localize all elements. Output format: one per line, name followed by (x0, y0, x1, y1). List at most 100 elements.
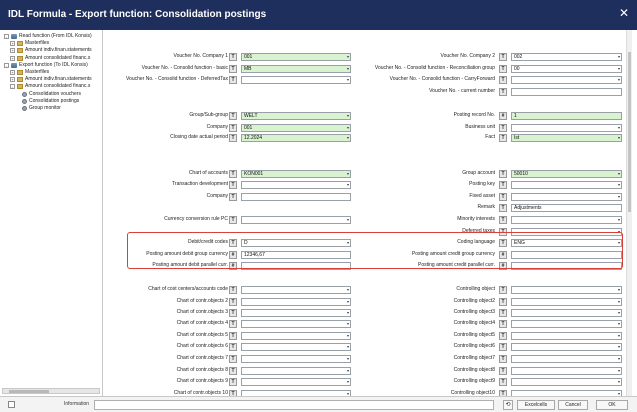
text-type-button[interactable]: T (499, 331, 507, 340)
text-type-button[interactable]: T (229, 64, 237, 73)
text-type-button[interactable]: T (229, 52, 237, 61)
chevron-down-icon[interactable]: ▾ (347, 333, 349, 339)
expand-icon[interactable]: + (10, 77, 15, 83)
vertical-scrollbar[interactable] (626, 30, 632, 396)
dropdown-field[interactable]: 12.2024 ▾ (241, 133, 351, 142)
chevron-down-icon[interactable]: ▾ (347, 66, 349, 72)
panel-toggle-checkbox[interactable] (8, 401, 15, 408)
text-type-button[interactable]: T (229, 169, 237, 178)
tree-item[interactable]: - Read function (From IDL Konsis) (4, 33, 92, 40)
text-type-button[interactable]: T (229, 354, 237, 363)
chevron-down-icon[interactable]: ▾ (347, 299, 349, 305)
dropdown-field[interactable]: ▾ (241, 180, 351, 189)
dropdown-field[interactable]: ▾ (511, 123, 622, 132)
collapse-icon[interactable]: - (4, 34, 9, 39)
excelcells-button[interactable]: Excelcells (517, 400, 555, 410)
chevron-down-icon[interactable]: ▾ (618, 77, 620, 83)
chevron-down-icon[interactable]: ▾ (618, 333, 620, 339)
chevron-down-icon[interactable]: ▾ (347, 287, 349, 293)
text-type-button[interactable]: T (499, 366, 507, 375)
tree-item[interactable]: Consolidation postings (22, 98, 79, 105)
tree-item[interactable]: - Amount consolidated financ.s (10, 83, 90, 90)
chevron-down-icon[interactable]: ▾ (618, 310, 620, 316)
tree-item[interactable]: Group monitor (22, 105, 61, 112)
navigation-tree[interactable]: Group monitor Consolidation postings Conso… (0, 30, 103, 396)
dropdown-field[interactable]: ▾ (241, 215, 351, 224)
text-type-button[interactable]: T (229, 319, 237, 328)
chevron-down-icon[interactable]: ▾ (347, 182, 349, 188)
chevron-down-icon[interactable]: ▾ (347, 77, 349, 83)
text-type-button[interactable]: T (499, 133, 507, 142)
dropdown-field[interactable]: ▾ (511, 285, 622, 294)
dropdown-field[interactable]: ▾ (241, 308, 351, 317)
chevron-down-icon[interactable]: ▾ (618, 217, 620, 223)
dropdown-field[interactable]: ▾ (241, 297, 351, 306)
dropdown-field[interactable]: ▾ (511, 331, 622, 340)
text-type-button[interactable]: T (229, 111, 237, 120)
text-type-button[interactable]: T (229, 123, 237, 132)
tree-item[interactable]: + Masterfiles (10, 69, 49, 76)
text-type-button[interactable]: T (229, 133, 237, 142)
chevron-down-icon[interactable]: ▾ (618, 135, 620, 141)
chevron-down-icon[interactable]: ▾ (618, 182, 620, 188)
text-type-button[interactable]: T (229, 308, 237, 317)
dropdown-field[interactable]: ▾ (241, 377, 351, 386)
dropdown-field[interactable]: ▾ (241, 319, 351, 328)
chevron-down-icon[interactable]: ▾ (347, 356, 349, 362)
chevron-down-icon[interactable]: ▾ (347, 368, 349, 374)
tree-item[interactable]: + Amount indiv.finan.statements (10, 76, 92, 83)
dropdown-field[interactable]: ▾ (511, 377, 622, 386)
dropdown-field[interactable]: WELT ▾ (241, 111, 351, 120)
ok-button[interactable]: OK (596, 400, 628, 410)
chevron-down-icon[interactable]: ▾ (347, 125, 349, 131)
text-type-button[interactable]: T (499, 308, 507, 317)
dropdown-field[interactable]: ▾ (241, 366, 351, 375)
dropdown-field[interactable]: ▾ (511, 319, 622, 328)
dropdown-field[interactable]: 002 ▾ (511, 52, 622, 61)
text-type-button[interactable]: T (499, 297, 507, 306)
text-type-button[interactable]: T (499, 87, 507, 96)
dropdown-field[interactable]: ▾ (511, 366, 622, 375)
text-type-button[interactable]: T (499, 377, 507, 386)
dropdown-field[interactable]: ▾ (241, 75, 351, 84)
dropdown-field[interactable]: MB ▾ (241, 64, 351, 73)
chevron-down-icon[interactable]: ▾ (618, 171, 620, 177)
chevron-down-icon[interactable]: ▾ (618, 66, 620, 72)
dropdown-field[interactable]: ▾ (241, 354, 351, 363)
text-type-button[interactable]: T (499, 192, 507, 201)
text-type-button[interactable]: T (499, 52, 507, 61)
chevron-down-icon[interactable]: ▾ (618, 54, 620, 60)
sync-icon[interactable]: ⟲ (503, 400, 513, 410)
expand-icon[interactable]: + (10, 70, 15, 75)
close-icon[interactable]: ✕ (619, 6, 629, 20)
chevron-down-icon[interactable]: ▾ (347, 217, 349, 223)
dropdown-field[interactable]: ▾ (511, 354, 622, 363)
dropdown-field[interactable]: Ist ▾ (511, 133, 622, 142)
text-type-button[interactable]: T (499, 342, 507, 351)
text-type-button[interactable]: T (499, 180, 507, 189)
dropdown-field[interactable]: 50010 ▾ (511, 169, 622, 178)
text-type-button[interactable]: T (499, 285, 507, 294)
dropdown-field[interactable]: ▾ (241, 285, 351, 294)
chevron-down-icon[interactable]: ▾ (347, 113, 349, 119)
chevron-down-icon[interactable]: ▾ (347, 54, 349, 60)
input-field[interactable] (241, 192, 351, 201)
text-type-button[interactable]: T (229, 331, 237, 340)
text-type-button[interactable]: T (499, 215, 507, 224)
chevron-down-icon[interactable]: ▾ (618, 368, 620, 374)
text-type-button[interactable]: T (229, 285, 237, 294)
expand-icon[interactable]: + (10, 41, 15, 47)
tree-item[interactable]: - Export function (To IDL Konsis) (4, 62, 88, 69)
text-type-button[interactable]: T (229, 342, 237, 351)
text-type-button[interactable]: T (499, 64, 507, 73)
dropdown-field[interactable]: 001 ▾ (241, 123, 351, 132)
chevron-down-icon[interactable]: ▾ (618, 356, 620, 362)
tree-item[interactable]: + Masterfiles (10, 40, 49, 47)
chevron-down-icon[interactable]: ▾ (618, 344, 620, 350)
dropdown-field[interactable]: ▾ (511, 180, 622, 189)
dropdown-field[interactable]: ▾ (241, 331, 351, 340)
text-type-button[interactable]: T (499, 203, 507, 212)
text-type-button[interactable]: T (499, 319, 507, 328)
dropdown-field[interactable]: KON001 ▾ (241, 169, 351, 178)
chevron-down-icon[interactable]: ▾ (347, 171, 349, 177)
